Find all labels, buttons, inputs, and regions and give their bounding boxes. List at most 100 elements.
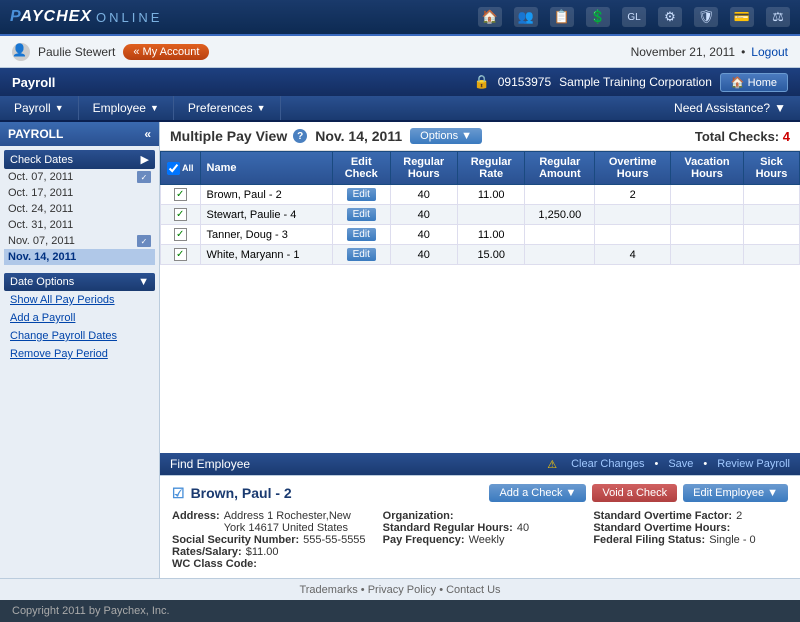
row2-edit-button[interactable]: Edit — [347, 208, 376, 221]
gl-nav-icon[interactable]: GL — [622, 7, 646, 27]
date-option-show-all[interactable]: Show All Pay Periods — [4, 291, 155, 309]
row4-edit-cell[interactable]: Edit — [332, 245, 390, 265]
check-date-nov14[interactable]: Nov. 14, 2011 — [4, 249, 155, 265]
std-ot-factor-row: Standard Overtime Factor: 2 — [593, 510, 788, 522]
pay-table: All Name EditCheck RegularHours RegularR… — [160, 151, 800, 265]
row2-reg-hours: 40 — [390, 205, 457, 225]
action-links: ⚠ Clear Changes • Save • Review Payroll — [547, 458, 790, 471]
row1-ot-hours: 2 — [595, 185, 671, 205]
card-nav-icon[interactable]: 💳 — [730, 7, 754, 27]
check-dates-header[interactable]: Check Dates ▶ — [4, 150, 155, 169]
std-ot-hours-row: Standard Overtime Hours: — [593, 522, 788, 534]
add-check-arrow-icon: ▼ — [565, 487, 576, 499]
employee-name-title: ☑ Brown, Paul - 2 — [172, 485, 292, 502]
employee-detail: ☑ Brown, Paul - 2 Add a Check ▼ Void a C… — [160, 475, 800, 578]
row1-checkbox-cell[interactable]: ✓ — [161, 185, 201, 205]
row4-edit-button[interactable]: Edit — [347, 248, 376, 261]
date-option-change-dates[interactable]: Change Payroll Dates — [4, 327, 155, 345]
menu-preferences[interactable]: Preferences ▼ — [174, 96, 281, 120]
row3-reg-hours: 40 — [390, 225, 457, 245]
wc-row: WC Class Code: — [172, 558, 367, 570]
home-button-icon: 🏠 — [731, 77, 745, 89]
check-date-oct07[interactable]: Oct. 07, 2011 ✓ — [4, 169, 155, 185]
check-date-oct31[interactable]: Oct. 31, 2011 — [4, 217, 155, 233]
home-nav-icon[interactable]: 🏠 — [478, 7, 502, 27]
main-area: PAYROLL « Check Dates ▶ Oct. 07, 2011 ✓ … — [0, 122, 800, 578]
row3-checkbox-cell[interactable]: ✓ — [161, 225, 201, 245]
lock-icon: 🔒 — [474, 74, 490, 90]
date-options-section: Date Options ▼ Show All Pay Periods Add … — [4, 273, 155, 363]
header: PAYCHEX ONLINE 🏠 👥 📋 💲 GL ⚙ 🛡 💳 ⚖ — [0, 0, 800, 36]
edit-employee-button[interactable]: Edit Employee ▼ — [683, 484, 788, 502]
logout-link[interactable]: Logout — [751, 45, 788, 59]
content-area: Multiple Pay View ? Nov. 14, 2011 Option… — [160, 122, 800, 578]
pay-view-header: Multiple Pay View ? Nov. 14, 2011 Option… — [160, 122, 800, 151]
row4-reg-rate: 15.00 — [457, 245, 524, 265]
help-icon[interactable]: ? — [293, 129, 307, 143]
dollar-nav-icon[interactable]: 💲 — [586, 7, 610, 27]
people-nav-icon[interactable]: 👥 — [514, 7, 538, 27]
row3-sick-hours — [743, 225, 799, 245]
date-options-header[interactable]: Date Options ▼ — [4, 273, 155, 291]
employee-menu-arrow: ▼ — [150, 103, 159, 113]
row3-edit-cell[interactable]: Edit — [332, 225, 390, 245]
company-bar: Payroll 🔒 09153975 Sample Training Corpo… — [0, 68, 800, 96]
pay-view-title: Multiple Pay View ? — [170, 128, 307, 144]
logo-online: ONLINE — [96, 10, 162, 25]
save-link[interactable]: Save — [668, 458, 693, 470]
row4-checkbox-cell[interactable]: ✓ — [161, 245, 201, 265]
row2-reg-amount: 1,250.00 — [525, 205, 595, 225]
row1-edit-button[interactable]: Edit — [347, 188, 376, 201]
row1-checkbox[interactable]: ✓ — [174, 188, 187, 201]
employee-full-name: Brown, Paul - 2 — [191, 485, 292, 501]
date-option-remove-period[interactable]: Remove Pay Period — [4, 345, 155, 363]
check-date-oct24[interactable]: Oct. 24, 2011 — [4, 201, 155, 217]
row4-checkbox[interactable]: ✓ — [174, 248, 187, 261]
my-account-button[interactable]: « My Account — [123, 44, 209, 60]
options-button[interactable]: Options ▼ — [410, 128, 482, 144]
check-date-oct17[interactable]: Oct. 17, 2011 — [4, 185, 155, 201]
org-row: Organization: — [383, 510, 578, 522]
review-payroll-link[interactable]: Review Payroll — [717, 458, 790, 470]
assist-arrow-icon: ▼ — [774, 101, 786, 115]
warning-icon: ⚠ — [547, 458, 557, 471]
balance-nav-icon[interactable]: ⚖ — [766, 7, 790, 27]
menu-payroll[interactable]: Payroll ▼ — [0, 96, 79, 120]
row1-reg-amount — [525, 185, 595, 205]
logo-paychex: PAYCHEX — [10, 8, 92, 26]
need-assistance-button[interactable]: Need Assistance? ▼ — [660, 101, 800, 115]
date-option-add-payroll[interactable]: Add a Payroll — [4, 309, 155, 327]
docs-nav-icon[interactable]: 📋 — [550, 7, 574, 27]
row2-ot-hours — [595, 205, 671, 225]
clear-changes-link[interactable]: Clear Changes — [571, 458, 644, 470]
pay-freq-row: Pay Frequency: Weekly — [383, 534, 578, 546]
void-check-button[interactable]: Void a Check — [592, 484, 677, 502]
row1-edit-cell[interactable]: Edit — [332, 185, 390, 205]
row3-vac-hours — [671, 225, 744, 245]
check-date-icon-oct07: ✓ — [137, 171, 151, 183]
check-date-nov07[interactable]: Nov. 07, 2011 ✓ — [4, 233, 155, 249]
settings-nav-icon[interactable]: ⚙ — [658, 7, 682, 27]
row1-reg-hours: 40 — [390, 185, 457, 205]
user-area: 👤 Paulie Stewert « My Account — [12, 43, 209, 61]
add-check-button[interactable]: Add a Check ▼ — [489, 484, 586, 502]
find-employee-bar: Find Employee ⚠ Clear Changes • Save • R… — [160, 453, 800, 475]
shield-nav-icon[interactable]: 🛡 — [694, 7, 718, 27]
sidebar-collapse-icon[interactable]: « — [144, 127, 151, 141]
col-sick-hours: SickHours — [743, 152, 799, 185]
row2-checkbox-cell[interactable]: ✓ — [161, 205, 201, 225]
select-all-checkbox[interactable] — [167, 162, 180, 175]
row3-checkbox[interactable]: ✓ — [174, 228, 187, 241]
row2-edit-cell[interactable]: Edit — [332, 205, 390, 225]
table-row: ✓ Tanner, Doug - 3 Edit 40 11.00 — [161, 225, 800, 245]
row2-checkbox[interactable]: ✓ — [174, 208, 187, 221]
payroll-menu-arrow: ▼ — [55, 103, 64, 113]
sidebar-title: PAYROLL « — [0, 122, 159, 146]
menu-employee[interactable]: Employee ▼ — [79, 96, 174, 120]
home-button[interactable]: 🏠 Home — [720, 73, 788, 92]
date-options-arrow-icon: ▼ — [138, 276, 149, 288]
company-id: 09153975 — [498, 75, 551, 89]
row3-reg-amount — [525, 225, 595, 245]
company-info: 🔒 09153975 Sample Training Corporation 🏠… — [474, 73, 788, 92]
row3-edit-button[interactable]: Edit — [347, 228, 376, 241]
